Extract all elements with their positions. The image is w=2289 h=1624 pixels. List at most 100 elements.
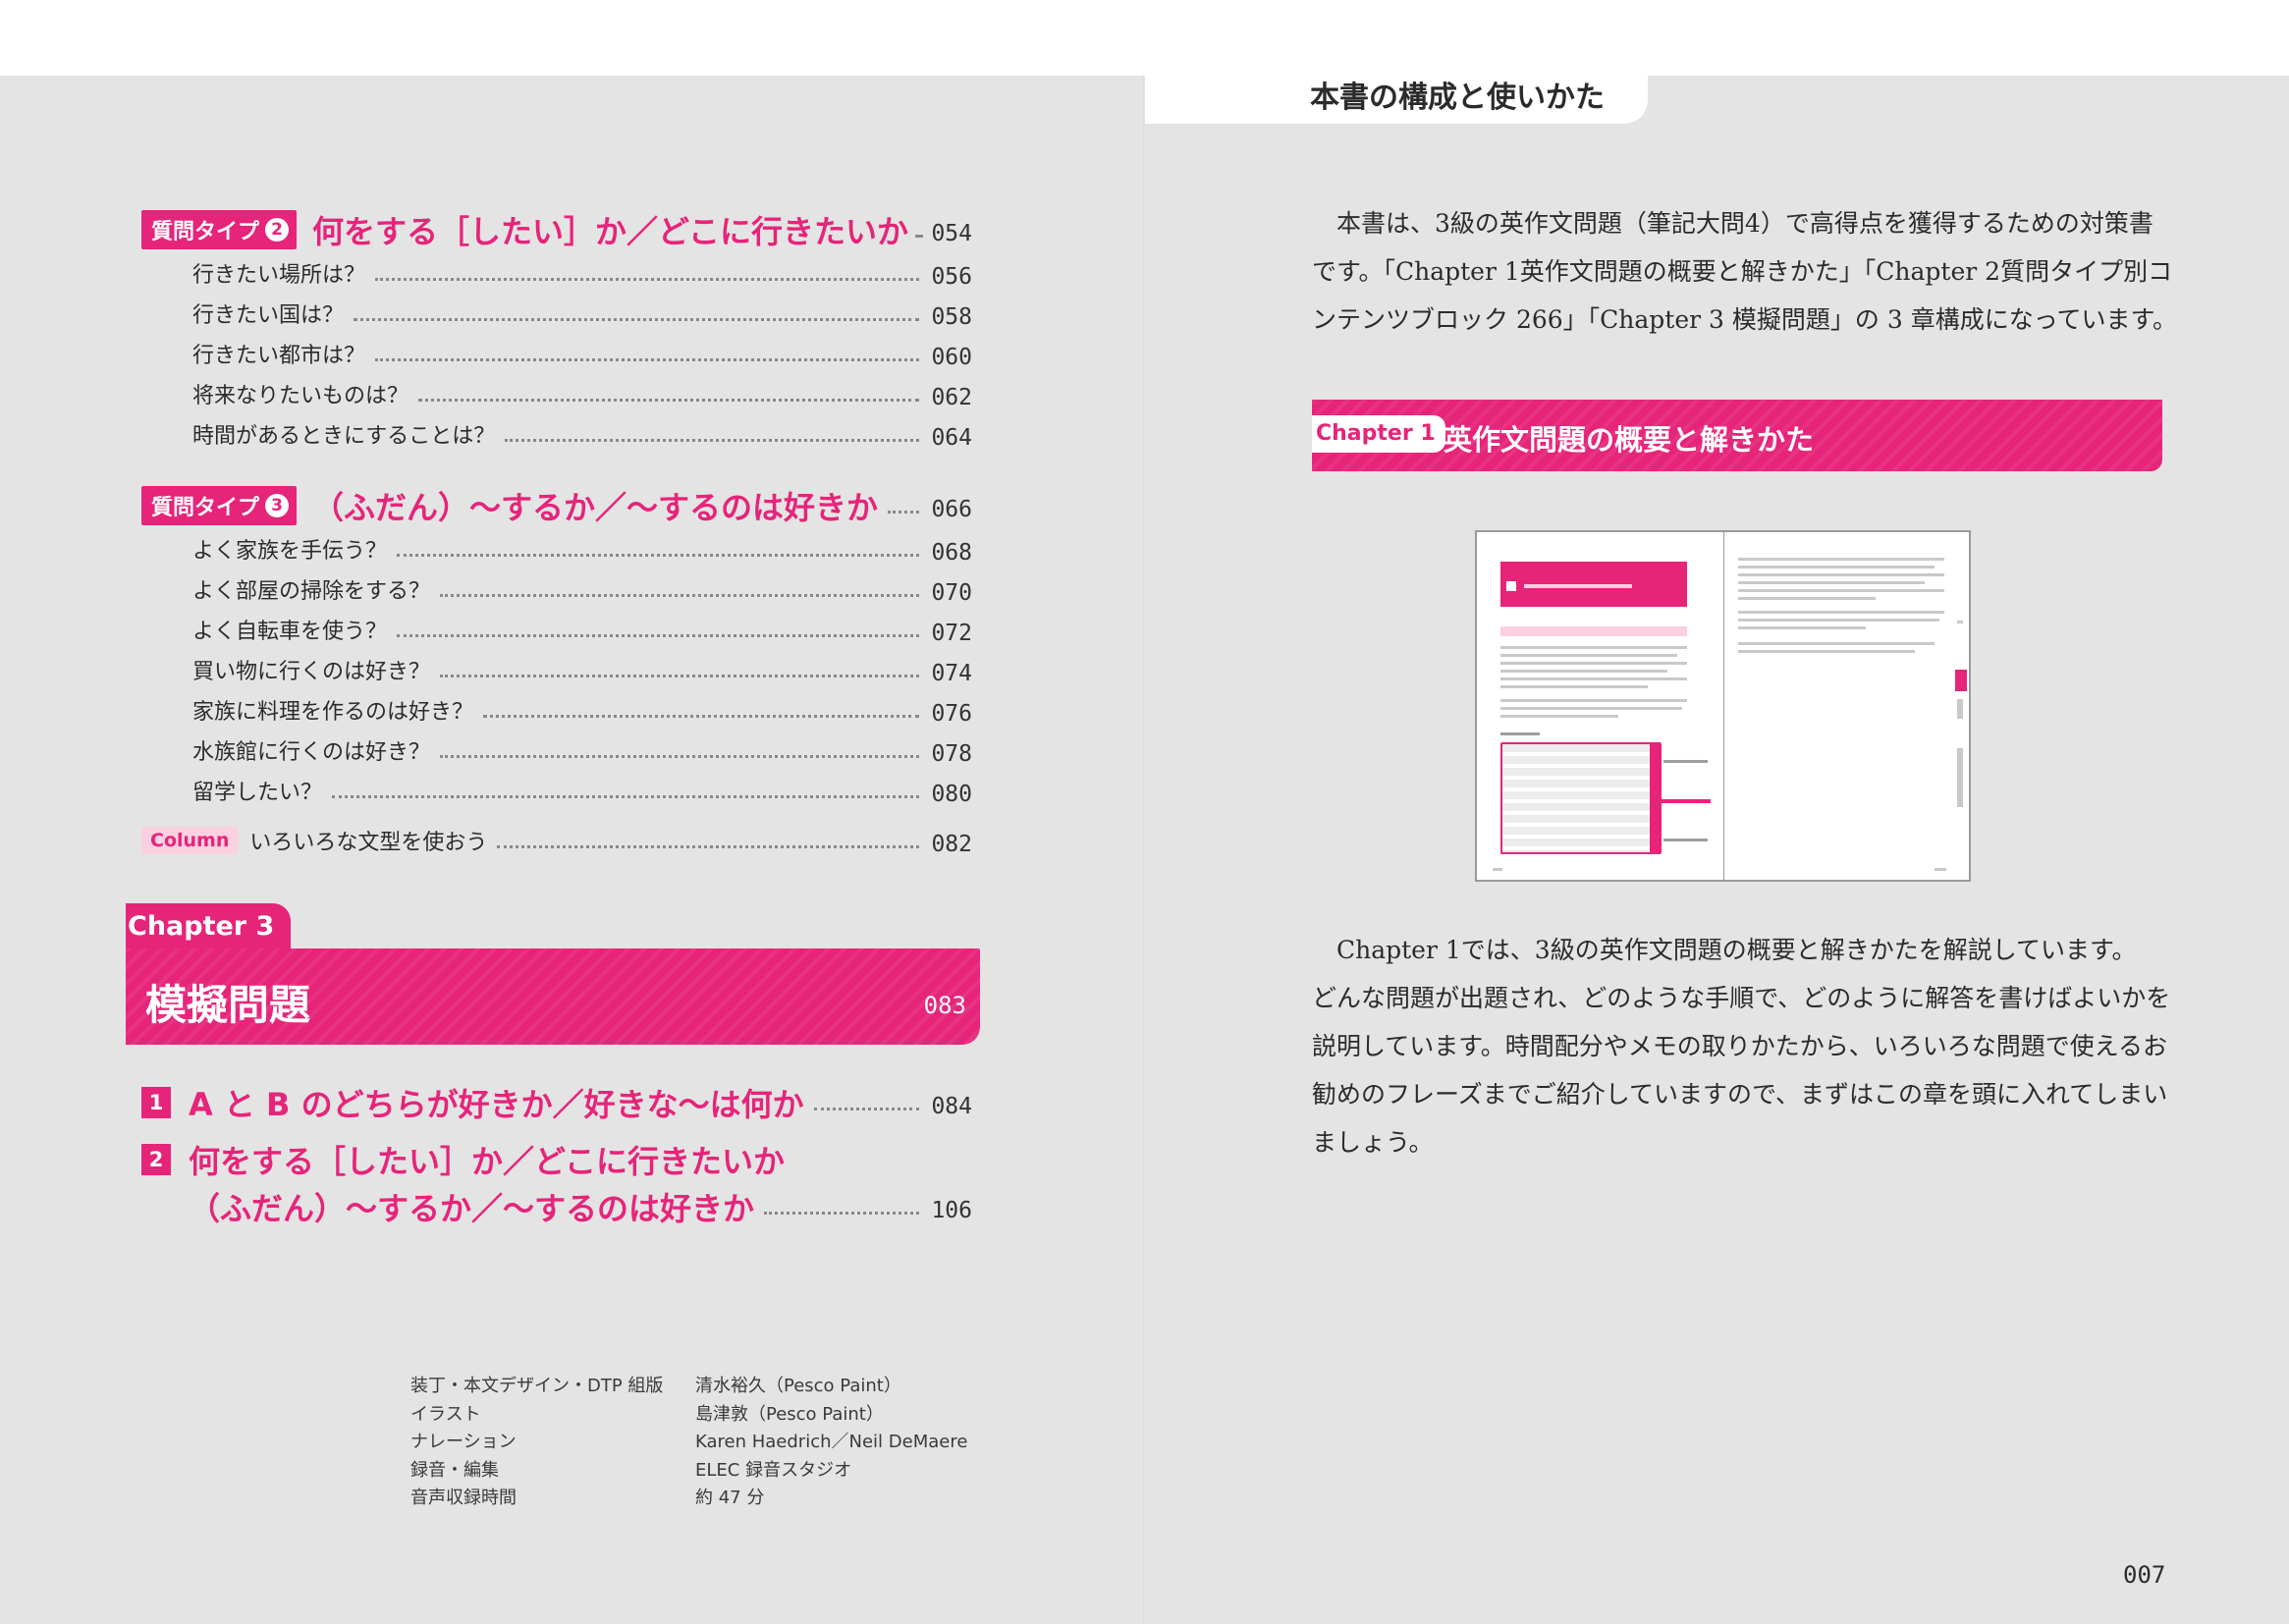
credit-row: 音声収録時間 約 47 分 xyxy=(410,1485,967,1513)
chapter3-title: 模擬問題 xyxy=(145,981,311,1029)
credit-row: 装丁・本文デザイン・DTP 組版 清水裕久（Pesco Paint） xyxy=(410,1373,967,1401)
thumbnail-table xyxy=(1500,742,1662,854)
description-line: Chapter 1では、3級の英作文問題の概要と解きかたを解説しています。 xyxy=(1336,936,2137,964)
entry-label: 留学したい？ xyxy=(192,781,323,805)
column-tag: Column xyxy=(141,827,239,854)
dot-leader xyxy=(440,593,919,597)
toc-entry[interactable]: 買い物に行くのは好き？ 074 xyxy=(192,650,972,689)
credit-role: 装丁・本文デザイン・DTP 組版 xyxy=(410,1376,664,1396)
page-ref: 058 xyxy=(931,304,972,330)
credit-name: 約 47 分 xyxy=(695,1488,765,1508)
page-ref: 062 xyxy=(931,385,972,410)
toc-entry[interactable]: よく自転車を使う？ 072 xyxy=(192,610,972,649)
entry-label: いろいろな文型を使おう xyxy=(249,831,488,855)
toc-entry[interactable]: 水族館に行くのは好き？ 078 xyxy=(192,731,972,770)
intro-line: ンテンツブロック 266」「Chapter 3 模擬問題」の 3 章構成になって… xyxy=(1312,305,2177,334)
dot-leader xyxy=(888,510,919,514)
chapter3-item-1[interactable]: 1 A と B のどちらが好きか／好きな〜は何か 084 xyxy=(141,1080,972,1125)
entry-label: 行きたい国は？ xyxy=(192,303,345,328)
page-ref: 082 xyxy=(931,832,972,857)
entry-label: 時間があるときにすることは？ xyxy=(192,424,496,449)
credit-name: Karen Haedrich／Neil DeMaere xyxy=(695,1432,968,1452)
credit-name: ELEC 録音スタジオ xyxy=(695,1459,852,1481)
toc-entry[interactable]: よく部屋の掃除をする？ 070 xyxy=(192,569,972,609)
chapter1-banner[interactable]: Chapter 1 英作文問題の概要と解きかた xyxy=(1312,400,2162,471)
page-ref: 106 xyxy=(931,1198,972,1223)
entry-label: 行きたい都市は？ xyxy=(192,344,366,368)
toc-entry[interactable]: 将来なりたいものは？ 062 xyxy=(192,374,972,413)
chapter1-tag: Chapter 1 xyxy=(1312,415,1445,453)
toc-entry[interactable]: 行きたい国は？ 058 xyxy=(192,294,972,333)
credit-row: ナレーション Karen Haedrich／Neil DeMaere xyxy=(410,1429,967,1457)
dot-leader xyxy=(505,438,919,442)
dot-leader xyxy=(764,1211,919,1215)
dot-leader xyxy=(375,357,919,361)
description-line: 勧めのフレーズまでご紹介していますので、まずはこの章を頭に入れてしまい xyxy=(1312,1080,2168,1109)
page-ref: 084 xyxy=(931,1094,972,1119)
dot-leader xyxy=(332,794,919,798)
credit-row: イラスト 島津敦（Pesco Paint） xyxy=(410,1401,967,1430)
toc-entry[interactable]: 行きたい場所は？ 056 xyxy=(192,253,972,293)
section-title: 何をする［したい］か／どこに行きたいか xyxy=(312,213,909,250)
page-ref: 080 xyxy=(931,782,972,807)
credit-name: 清水裕久（Pesco Paint） xyxy=(695,1376,901,1396)
entry-label: 水族館に行くのは好き？ xyxy=(192,740,431,765)
item-number: 2 xyxy=(141,1144,171,1175)
entry-label: 将来なりたいものは？ xyxy=(192,384,409,408)
credit-role: 音声収録時間 xyxy=(410,1488,517,1508)
chapter1-title: 英作文問題の概要と解きかた xyxy=(1444,423,1815,457)
dot-leader xyxy=(354,317,919,321)
credit-role: イラスト xyxy=(410,1403,481,1425)
dot-leader xyxy=(397,553,919,557)
entry-label: 買い物に行くのは好き？ xyxy=(192,660,431,684)
dot-leader xyxy=(440,674,919,677)
chapter3-item-2[interactable]: 2 何をする［したい］か／どこに行きたいか xyxy=(141,1137,972,1182)
page-number: 007 xyxy=(2123,1561,2166,1589)
sample-spread-image xyxy=(1475,530,1971,882)
dot-leader xyxy=(813,1107,919,1110)
entry-label: よく自転車を使う？ xyxy=(192,620,388,644)
toc-heading-type3[interactable]: 質問タイプ 3 （ふだん）〜するか／〜するのは好きか 066 xyxy=(141,479,972,532)
toc-column-entry[interactable]: Column いろいろな文型を使おう 082 xyxy=(141,821,972,860)
toc-entry[interactable]: 家族に料理を作るのは好き？ 076 xyxy=(192,690,972,730)
page-ref: 054 xyxy=(931,221,972,246)
dot-leader xyxy=(497,844,919,848)
toc-entry[interactable]: 時間があるときにすることは？ 064 xyxy=(192,414,972,454)
toc-entry[interactable]: よく家族を手伝う？ 068 xyxy=(192,529,972,568)
item-title: 何をする［したい］か／どこに行きたいか xyxy=(189,1143,786,1180)
dot-leader xyxy=(483,714,919,718)
number-badge: 3 xyxy=(265,494,290,517)
entry-label: 家族に料理を作るのは好き？ xyxy=(192,700,474,725)
item-title: （ふだん）〜するか／〜するのは好きか xyxy=(189,1190,755,1227)
toc-heading-type2[interactable]: 質問タイプ 2 何をする［したい］か／どこに行きたいか 054 xyxy=(141,203,972,256)
credit-row: 録音・編集 ELEC 録音スタジオ xyxy=(410,1457,967,1486)
chapter3-banner[interactable]: 模擬問題 083 xyxy=(126,948,980,1045)
chapter3-tag: Chapter 3 xyxy=(126,903,291,950)
page-ref: 078 xyxy=(931,741,972,767)
page-ref: 060 xyxy=(931,345,972,370)
description-line: どんな問題が出題され、どのような手順で、どのように解答を書けばよいかを xyxy=(1312,984,2171,1012)
question-type-tag: 質問タイプ 2 xyxy=(141,210,298,249)
credits-block: 装丁・本文デザイン・DTP 組版 清水裕久（Pesco Paint） イラスト 島津… xyxy=(410,1373,967,1513)
dot-leader xyxy=(375,277,919,281)
section-title: （ふだん）〜するか／〜するのは好きか xyxy=(312,489,879,526)
dot-leader xyxy=(418,398,919,402)
intro-line: です。「Chapter 1英作文問題の概要と解きかた」「Chapter 2質問タ… xyxy=(1312,257,2173,286)
page-ref: 066 xyxy=(931,497,972,522)
description-line: 説明しています。時間配分やメモの取りかたから、いろいろな問題で使えるお xyxy=(1312,1032,2168,1060)
chapter3-item-2-cont[interactable]: （ふだん）〜するか／〜するのは好きか 106 xyxy=(189,1184,972,1229)
number-badge: 2 xyxy=(265,218,290,242)
page-gutter xyxy=(1143,76,1144,1624)
intro-paragraph: 本書は、3級の英作文問題（筆記大問4）で高得点を獲得するための対策書 です。「C… xyxy=(1312,199,2177,344)
page-ref: 056 xyxy=(931,264,972,290)
dot-leader xyxy=(397,633,919,637)
credit-role: 録音・編集 xyxy=(410,1459,499,1481)
description-line: ましょう。 xyxy=(1312,1128,1434,1157)
page-ref: 072 xyxy=(931,621,972,646)
toc-entry[interactable]: 留学したい？ 080 xyxy=(192,771,972,810)
question-type-tag: 質問タイプ 3 xyxy=(141,486,298,525)
header-title: 本書の構成と使いかた xyxy=(1310,81,1605,115)
item-number: 1 xyxy=(141,1087,171,1118)
dot-leader xyxy=(918,234,919,238)
toc-entry[interactable]: 行きたい都市は？ 060 xyxy=(192,334,972,373)
